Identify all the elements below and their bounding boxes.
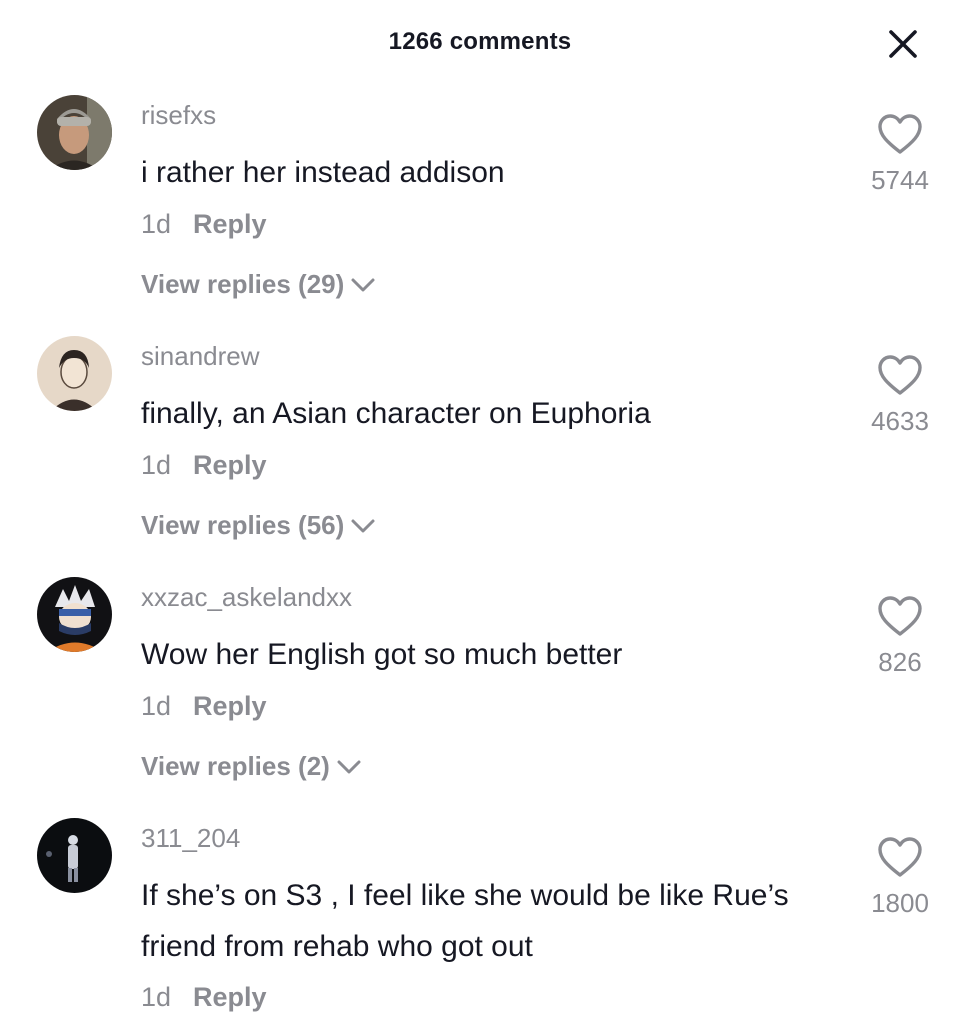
heart-outline-icon[interactable] [877,595,923,637]
comment-text: i rather her instead addison [141,156,505,189]
like-count: 5744 [871,165,929,195]
comment-text: finally, an Asian character on Euphoria [141,397,651,430]
reply-button[interactable]: Reply [193,982,267,1012]
view-replies-label: View replies (29) [141,269,345,299]
view-replies-button[interactable]: View replies (2) [141,751,362,782]
like-count: 1800 [871,888,929,918]
comment-time: 1d [141,982,172,1012]
avatar[interactable] [37,818,112,893]
like-area: 5744 [850,113,950,196]
like-area: 826 [850,595,950,678]
like-area: 4633 [850,354,950,437]
comment-time: 1d [141,691,172,721]
comment-text: Wow her English got so much better [141,638,623,671]
avatar[interactable] [37,95,112,170]
comment-meta: 1d Reply [141,691,267,722]
comment-text: If she’s on S3 , I feel like she would b… [141,879,789,963]
comments-count-title: 1266 comments [388,28,572,55]
heart-outline-icon[interactable] [877,836,923,878]
like-count: 826 [878,647,922,677]
comment-username[interactable]: xxzac_askelandxx [141,582,352,613]
close-icon [889,30,917,58]
reply-button[interactable]: Reply [193,209,267,239]
chevron-down-icon [336,751,362,782]
view-replies-button[interactable]: View replies (56) [141,510,376,541]
like-area: 1800 [850,836,950,919]
view-replies-label: View replies (2) [141,751,330,781]
chevron-down-icon [350,510,376,541]
avatar[interactable] [37,577,112,652]
heart-outline-icon[interactable] [877,354,923,396]
comment-username[interactable]: 311_204 [141,823,240,854]
comment-meta: 1d Reply [141,982,267,1013]
view-replies-button[interactable]: View replies (29) [141,269,376,300]
comment-meta: 1d Reply [141,209,267,240]
comment-username[interactable]: sinandrew [141,341,260,372]
comment-time: 1d [141,450,172,480]
comment-time: 1d [141,209,172,239]
reply-button[interactable]: Reply [193,450,267,480]
reply-button[interactable]: Reply [193,691,267,721]
heart-outline-icon[interactable] [877,113,923,155]
comments-header: 1266 comments [0,0,960,86]
view-replies-label: View replies (56) [141,510,345,540]
avatar[interactable] [37,336,112,411]
like-count: 4633 [871,406,929,436]
chevron-down-icon [350,269,376,300]
comment-meta: 1d Reply [141,450,267,481]
comment-username[interactable]: risefxs [141,100,216,131]
close-button[interactable] [884,25,922,63]
